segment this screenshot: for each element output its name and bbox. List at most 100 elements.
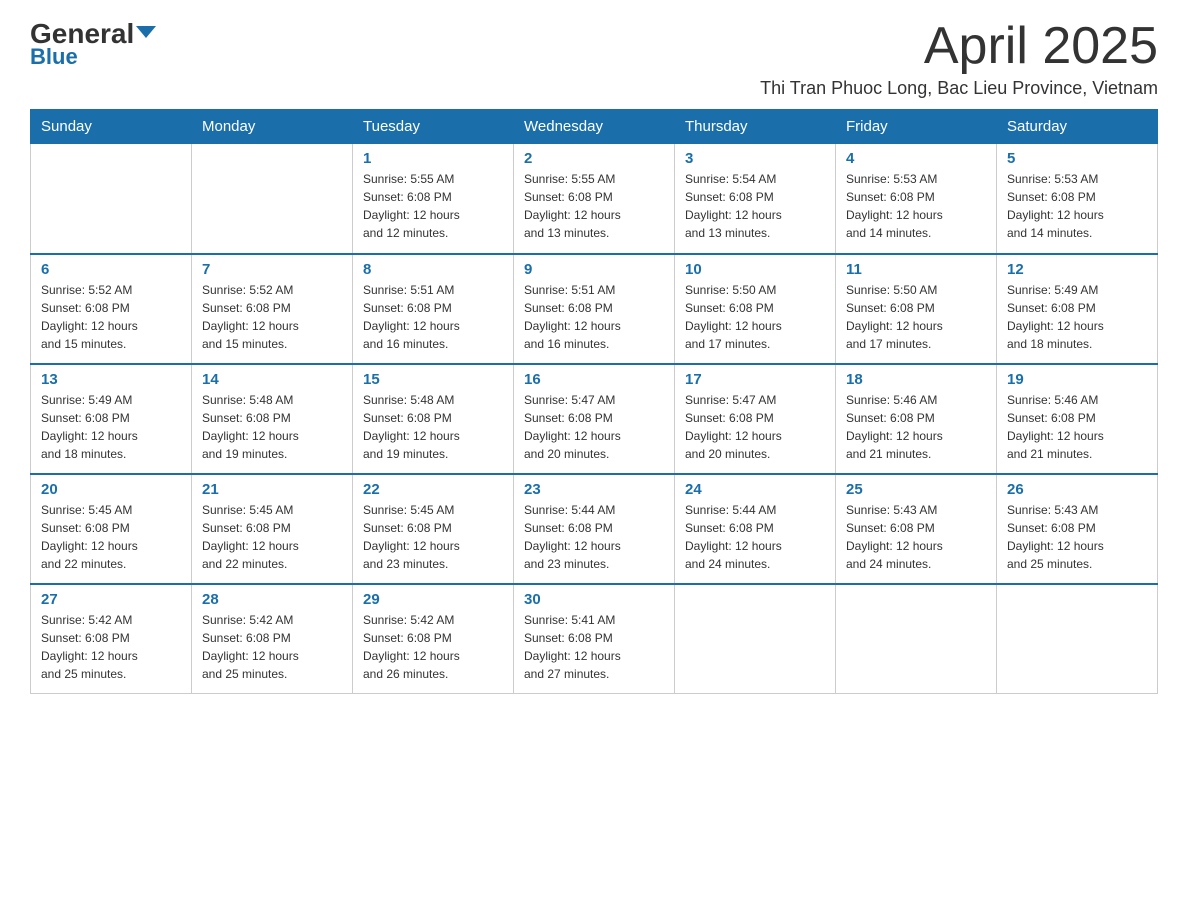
page-subtitle: Thi Tran Phuoc Long, Bac Lieu Province, …	[760, 78, 1158, 99]
day-info: Sunrise: 5:51 AMSunset: 6:08 PMDaylight:…	[363, 281, 503, 353]
day-number: 21	[202, 481, 342, 498]
day-info: Sunrise: 5:49 AMSunset: 6:08 PMDaylight:…	[1007, 281, 1147, 353]
day-number: 23	[524, 481, 664, 498]
day-info: Sunrise: 5:55 AMSunset: 6:08 PMDaylight:…	[524, 170, 664, 242]
day-info: Sunrise: 5:52 AMSunset: 6:08 PMDaylight:…	[41, 281, 181, 353]
day-number: 19	[1007, 371, 1147, 388]
day-number: 28	[202, 591, 342, 608]
day-number: 11	[846, 261, 986, 278]
header-sunday: Sunday	[31, 110, 192, 144]
calendar-cell: 7 Sunrise: 5:52 AMSunset: 6:08 PMDaylight…	[192, 254, 353, 364]
calendar-cell: 3 Sunrise: 5:54 AMSunset: 6:08 PMDaylight…	[675, 144, 836, 254]
calendar-header-row: Sunday Monday Tuesday Wednesday Thursday…	[31, 110, 1158, 144]
day-info: Sunrise: 5:49 AMSunset: 6:08 PMDaylight:…	[41, 391, 181, 463]
day-number: 24	[685, 481, 825, 498]
calendar-cell: 15Sunrise: 5:48 AMSunset: 6:08 PMDayligh…	[353, 364, 514, 474]
calendar-cell	[675, 584, 836, 694]
day-number: 22	[363, 481, 503, 498]
day-number: 10	[685, 261, 825, 278]
calendar-cell: 1 Sunrise: 5:55 AMSunset: 6:08 PMDaylight…	[353, 144, 514, 254]
day-info: Sunrise: 5:50 AMSunset: 6:08 PMDaylight:…	[846, 281, 986, 353]
calendar-row-3: 13 Sunrise: 5:49 AMSunset: 6:08 PMDayligh…	[31, 364, 1158, 474]
header-wednesday: Wednesday	[514, 110, 675, 144]
calendar-cell: 22Sunrise: 5:45 AMSunset: 6:08 PMDayligh…	[353, 474, 514, 584]
day-number: 26	[1007, 481, 1147, 498]
day-number: 18	[846, 371, 986, 388]
day-number: 13	[41, 371, 181, 388]
day-number: 6	[41, 261, 181, 278]
header-thursday: Thursday	[675, 110, 836, 144]
day-number: 9	[524, 261, 664, 278]
title-area: April 2025 Thi Tran Phuoc Long, Bac Lieu…	[760, 20, 1158, 99]
day-number: 7	[202, 261, 342, 278]
day-info: Sunrise: 5:50 AMSunset: 6:08 PMDaylight:…	[685, 281, 825, 353]
calendar-cell: 8 Sunrise: 5:51 AMSunset: 6:08 PMDaylight…	[353, 254, 514, 364]
calendar-cell: 28Sunrise: 5:42 AMSunset: 6:08 PMDayligh…	[192, 584, 353, 694]
page-title: April 2025	[760, 20, 1158, 72]
calendar-cell: 2 Sunrise: 5:55 AMSunset: 6:08 PMDaylight…	[514, 144, 675, 254]
day-info: Sunrise: 5:46 AMSunset: 6:08 PMDaylight:…	[846, 391, 986, 463]
day-number: 27	[41, 591, 181, 608]
calendar-cell: 10 Sunrise: 5:50 AMSunset: 6:08 PMDayligh…	[675, 254, 836, 364]
calendar-cell: 24 Sunrise: 5:44 AMSunset: 6:08 PMDayligh…	[675, 474, 836, 584]
day-number: 2	[524, 150, 664, 167]
day-info: Sunrise: 5:45 AMSunset: 6:08 PMDaylight:…	[202, 501, 342, 573]
calendar-cell: 20 Sunrise: 5:45 AMSunset: 6:08 PMDayligh…	[31, 474, 192, 584]
day-info: Sunrise: 5:45 AMSunset: 6:08 PMDaylight:…	[41, 501, 181, 573]
calendar-row-1: 1 Sunrise: 5:55 AMSunset: 6:08 PMDaylight…	[31, 144, 1158, 254]
calendar-row-2: 6 Sunrise: 5:52 AMSunset: 6:08 PMDaylight…	[31, 254, 1158, 364]
day-number: 3	[685, 150, 825, 167]
calendar-cell: 11 Sunrise: 5:50 AMSunset: 6:08 PMDayligh…	[836, 254, 997, 364]
day-info: Sunrise: 5:42 AMSunset: 6:08 PMDaylight:…	[363, 611, 503, 683]
calendar-cell: 19Sunrise: 5:46 AMSunset: 6:08 PMDayligh…	[997, 364, 1158, 474]
day-number: 4	[846, 150, 986, 167]
day-info: Sunrise: 5:43 AMSunset: 6:08 PMDaylight:…	[846, 501, 986, 573]
calendar-cell: 23 Sunrise: 5:44 AMSunset: 6:08 PMDayligh…	[514, 474, 675, 584]
day-number: 30	[524, 591, 664, 608]
calendar-cell: 30 Sunrise: 5:41 AMSunset: 6:08 PMDayligh…	[514, 584, 675, 694]
day-number: 20	[41, 481, 181, 498]
calendar-cell: 12 Sunrise: 5:49 AMSunset: 6:08 PMDayligh…	[997, 254, 1158, 364]
calendar-cell: 16Sunrise: 5:47 AMSunset: 6:08 PMDayligh…	[514, 364, 675, 474]
day-info: Sunrise: 5:53 AMSunset: 6:08 PMDaylight:…	[1007, 170, 1147, 242]
calendar-cell: 17 Sunrise: 5:47 AMSunset: 6:08 PMDayligh…	[675, 364, 836, 474]
calendar-cell	[997, 584, 1158, 694]
logo-blue-text: Blue	[30, 44, 78, 70]
calendar-cell	[192, 144, 353, 254]
page-header: General Blue April 2025 Thi Tran Phuoc L…	[30, 20, 1158, 99]
logo-arrow-icon	[136, 26, 156, 38]
calendar-table: Sunday Monday Tuesday Wednesday Thursday…	[30, 109, 1158, 694]
calendar-cell: 29 Sunrise: 5:42 AMSunset: 6:08 PMDayligh…	[353, 584, 514, 694]
day-info: Sunrise: 5:41 AMSunset: 6:08 PMDaylight:…	[524, 611, 664, 683]
day-number: 5	[1007, 150, 1147, 167]
calendar-cell: 5 Sunrise: 5:53 AMSunset: 6:08 PMDaylight…	[997, 144, 1158, 254]
day-number: 29	[363, 591, 503, 608]
header-friday: Friday	[836, 110, 997, 144]
day-number: 8	[363, 261, 503, 278]
day-info: Sunrise: 5:51 AMSunset: 6:08 PMDaylight:…	[524, 281, 664, 353]
day-number: 1	[363, 150, 503, 167]
day-info: Sunrise: 5:52 AMSunset: 6:08 PMDaylight:…	[202, 281, 342, 353]
day-number: 25	[846, 481, 986, 498]
header-monday: Monday	[192, 110, 353, 144]
day-info: Sunrise: 5:54 AMSunset: 6:08 PMDaylight:…	[685, 170, 825, 242]
header-saturday: Saturday	[997, 110, 1158, 144]
day-info: Sunrise: 5:44 AMSunset: 6:08 PMDaylight:…	[524, 501, 664, 573]
calendar-cell	[836, 584, 997, 694]
calendar-cell: 25 Sunrise: 5:43 AMSunset: 6:08 PMDayligh…	[836, 474, 997, 584]
calendar-row-4: 20 Sunrise: 5:45 AMSunset: 6:08 PMDayligh…	[31, 474, 1158, 584]
header-tuesday: Tuesday	[353, 110, 514, 144]
day-info: Sunrise: 5:53 AMSunset: 6:08 PMDaylight:…	[846, 170, 986, 242]
logo: General Blue	[30, 20, 156, 70]
calendar-cell: 4 Sunrise: 5:53 AMSunset: 6:08 PMDaylight…	[836, 144, 997, 254]
day-number: 12	[1007, 261, 1147, 278]
day-info: Sunrise: 5:47 AMSunset: 6:08 PMDaylight:…	[524, 391, 664, 463]
calendar-cell: 26Sunrise: 5:43 AMSunset: 6:08 PMDayligh…	[997, 474, 1158, 584]
day-info: Sunrise: 5:44 AMSunset: 6:08 PMDaylight:…	[685, 501, 825, 573]
day-info: Sunrise: 5:55 AMSunset: 6:08 PMDaylight:…	[363, 170, 503, 242]
calendar-cell: 14Sunrise: 5:48 AMSunset: 6:08 PMDayligh…	[192, 364, 353, 474]
day-number: 14	[202, 371, 342, 388]
day-number: 17	[685, 371, 825, 388]
calendar-cell: 27Sunrise: 5:42 AMSunset: 6:08 PMDayligh…	[31, 584, 192, 694]
day-info: Sunrise: 5:47 AMSunset: 6:08 PMDaylight:…	[685, 391, 825, 463]
